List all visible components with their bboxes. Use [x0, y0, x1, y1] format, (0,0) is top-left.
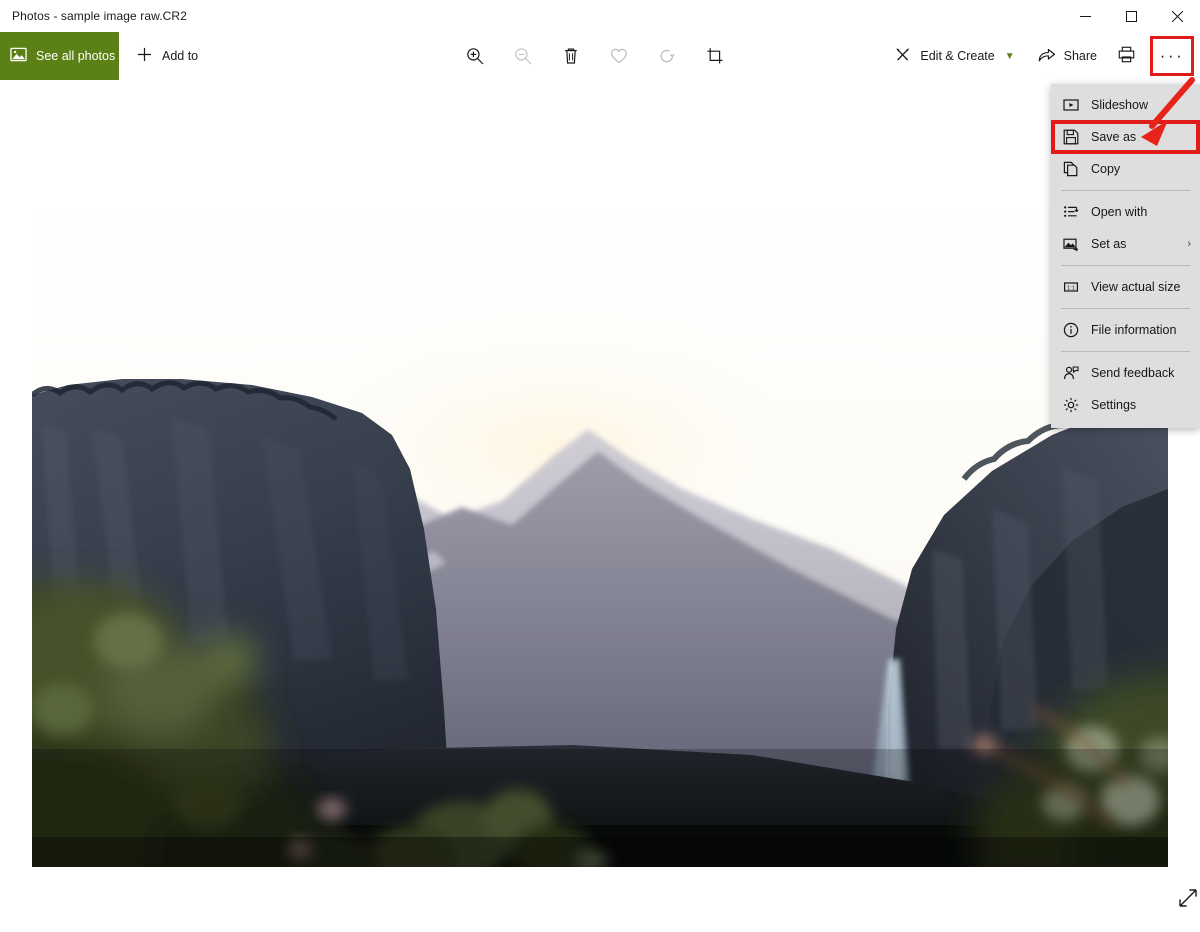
menu-label: File information	[1091, 323, 1176, 337]
menu-label: Settings	[1091, 398, 1136, 412]
actual-size-icon: 1:1	[1062, 279, 1079, 296]
save-floppy-icon	[1062, 129, 1079, 146]
see-more-context-menu: Slideshow Save as Copy	[1051, 84, 1200, 428]
menu-divider	[1061, 265, 1190, 266]
menu-item-copy[interactable]: Copy	[1051, 153, 1200, 185]
see-all-photos-label: See all photos	[36, 49, 115, 63]
slideshow-icon	[1062, 97, 1079, 114]
menu-label: Set as	[1091, 237, 1126, 251]
enter-fullscreen-icon[interactable]	[1175, 885, 1200, 911]
image-tools-group	[455, 32, 735, 80]
edit-create-icon	[894, 46, 912, 67]
photo-viewer-area	[0, 80, 1200, 932]
minimize-button[interactable]	[1062, 0, 1108, 32]
menu-item-save-as[interactable]: Save as	[1051, 120, 1200, 154]
menu-label: Copy	[1091, 162, 1120, 176]
title-bar: Photos - sample image raw.CR2	[0, 0, 1200, 32]
rotate-icon[interactable]	[647, 36, 687, 76]
see-all-photos-button[interactable]: See all photos	[0, 32, 119, 80]
menu-label: View actual size	[1091, 280, 1180, 294]
menu-divider	[1061, 190, 1190, 191]
zoom-out-icon[interactable]	[503, 36, 543, 76]
delete-icon[interactable]	[551, 36, 591, 76]
set-as-icon	[1062, 236, 1079, 253]
maximize-button[interactable]	[1108, 0, 1154, 32]
share-button[interactable]: Share	[1027, 36, 1107, 76]
print-button[interactable]	[1109, 36, 1144, 76]
crop-icon[interactable]	[695, 36, 735, 76]
photo-image[interactable]	[32, 189, 1168, 867]
chevron-down-icon: ▼	[1005, 51, 1015, 62]
zoom-in-icon[interactable]	[455, 36, 495, 76]
settings-gear-icon	[1062, 397, 1079, 414]
see-more-button[interactable]: ···	[1150, 36, 1194, 76]
menu-divider	[1061, 351, 1190, 352]
file-info-icon	[1062, 322, 1079, 339]
open-with-icon	[1062, 204, 1079, 221]
chevron-right-icon: ›	[1187, 238, 1191, 250]
menu-divider	[1061, 308, 1190, 309]
send-feedback-icon	[1062, 365, 1079, 382]
menu-label: Save as	[1091, 130, 1136, 144]
command-bar: See all photos Add to	[0, 32, 1200, 80]
plus-icon	[136, 46, 153, 66]
photos-app-window: Photos - sample image raw.CR2 See	[0, 0, 1200, 932]
menu-item-set-as[interactable]: Set as ›	[1051, 228, 1200, 260]
photos-library-icon	[10, 46, 27, 66]
share-label: Share	[1064, 49, 1097, 63]
close-button[interactable]	[1154, 0, 1200, 32]
copy-pages-icon	[1062, 161, 1079, 178]
menu-label: Open with	[1091, 205, 1147, 219]
menu-item-file-information[interactable]: File information	[1051, 314, 1200, 346]
edit-and-create-button[interactable]: Edit & Create ▼	[884, 36, 1024, 76]
menu-item-settings[interactable]: Settings	[1051, 389, 1200, 421]
menu-item-send-feedback[interactable]: Send feedback	[1051, 357, 1200, 389]
add-to-button[interactable]: Add to	[128, 32, 206, 80]
svg-text:1:1: 1:1	[1067, 285, 1075, 291]
window-title: Photos - sample image raw.CR2	[12, 9, 187, 23]
menu-item-slideshow[interactable]: Slideshow	[1051, 89, 1200, 121]
menu-item-view-actual-size[interactable]: 1:1 View actual size	[1051, 271, 1200, 303]
edit-and-create-label: Edit & Create	[920, 49, 994, 63]
right-tools-group: Edit & Create ▼ Share	[884, 32, 1194, 80]
menu-item-open-with[interactable]: Open with	[1051, 196, 1200, 228]
menu-label: Slideshow	[1091, 98, 1148, 112]
add-to-label: Add to	[162, 49, 198, 63]
menu-label: Send feedback	[1091, 366, 1174, 380]
window-controls	[1062, 0, 1200, 32]
favorite-heart-icon[interactable]	[599, 36, 639, 76]
share-icon	[1037, 46, 1056, 67]
printer-icon	[1117, 45, 1136, 67]
